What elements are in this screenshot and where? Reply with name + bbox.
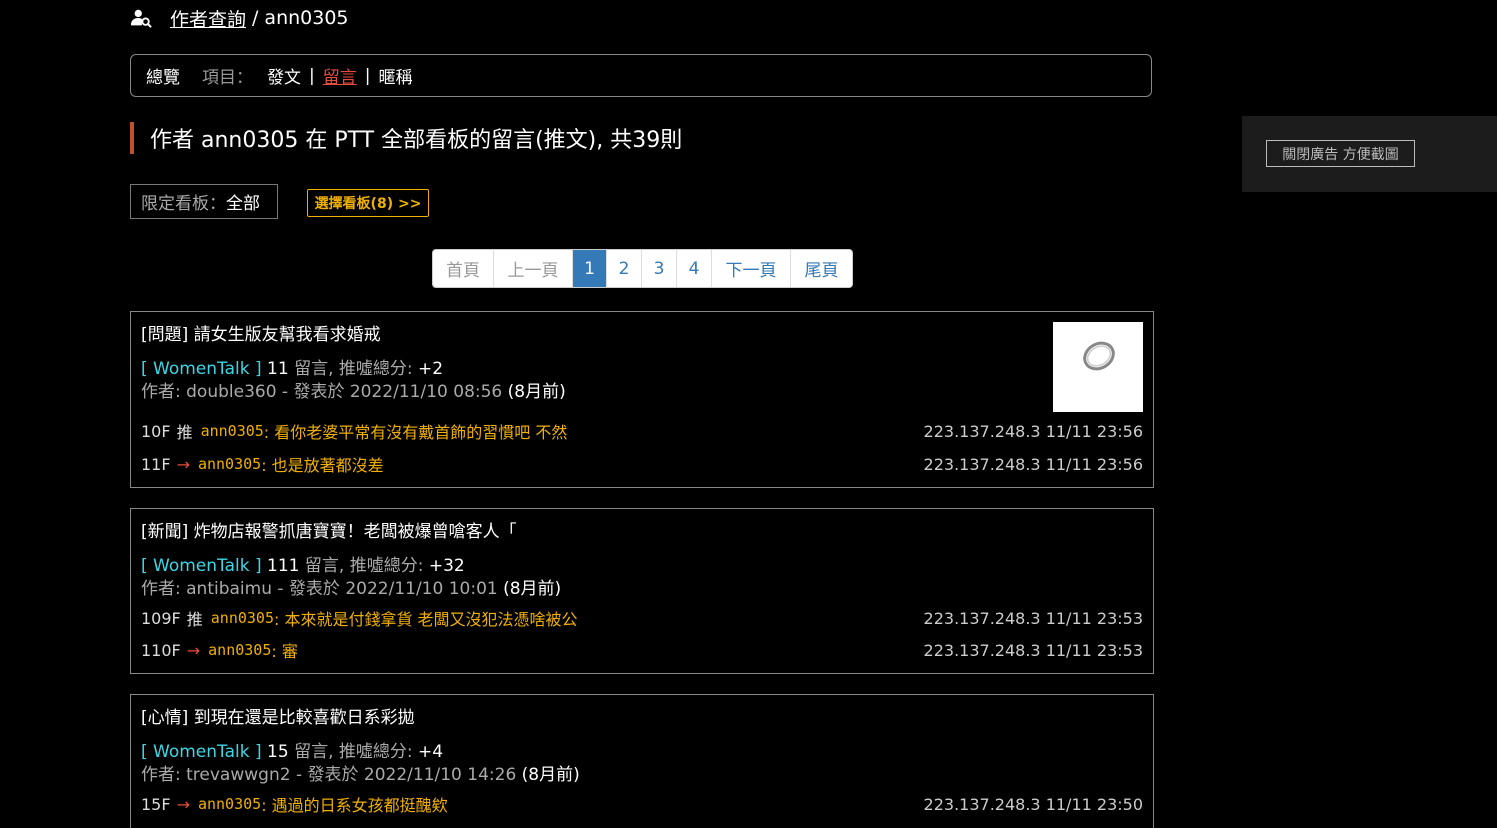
board-filter-label: 限定看板： bbox=[141, 194, 226, 214]
comment-text: : 本來就是付錢拿貨 老闆又沒犯法憑啥被公 bbox=[273, 610, 578, 629]
board-link[interactable]: [ WomenTalk ] bbox=[141, 742, 262, 762]
post-score: +32 bbox=[428, 556, 465, 576]
comment-row: 15F → ann0305: 遇過的日系女孩都挺醜欸 223.137.248.3… bbox=[141, 793, 1143, 816]
comment-arrow-tag: → bbox=[186, 640, 201, 660]
reply-label: 留言, 推噓總分: bbox=[288, 359, 419, 379]
reply-count: 111 bbox=[267, 556, 300, 576]
author-line: 作者: double360 - 發表於 2022/11/10 08:56 bbox=[141, 382, 508, 402]
comment-ip-time: 223.137.248.3 11/11 23:53 bbox=[923, 640, 1143, 660]
page-prev[interactable]: 上一頁 bbox=[494, 250, 573, 287]
post-title-link[interactable]: [新聞] 炸物店報警抓唐寶寶！老闆被爆曾嗆客人「 bbox=[141, 517, 517, 542]
post-author: 作者: antibaimu - 發表於 2022/11/10 10:01 (8月… bbox=[141, 574, 561, 599]
post-thumbnail[interactable] bbox=[1053, 322, 1143, 412]
breadcrumb-separator: / bbox=[252, 7, 259, 29]
post-age: (8月前) bbox=[503, 579, 562, 599]
tab-comments[interactable]: 留言 bbox=[323, 63, 357, 88]
comment-ip-time: 223.137.248.3 11/11 23:56 bbox=[923, 421, 1143, 441]
close-ad-button[interactable]: 關閉廣告 方便截圖 bbox=[1266, 140, 1415, 167]
reply-count: 11 bbox=[267, 359, 289, 379]
comment-row: 110F → ann0305: 審 223.137.248.3 11/11 23… bbox=[141, 639, 1143, 662]
comment-floor: 109F bbox=[141, 608, 181, 628]
page-title: 作者 ann0305 在 PTT 全部看板的留言(推文), 共39則 bbox=[130, 122, 682, 154]
tabs-label: 項目： bbox=[202, 68, 253, 88]
comment-arrow-tag: → bbox=[176, 454, 190, 474]
author-search-link[interactable]: 作者查詢 bbox=[170, 5, 246, 32]
tab-nicknames[interactable]: 暱稱 bbox=[378, 63, 412, 88]
comment-text: : 也是放著都沒差 bbox=[261, 456, 384, 475]
comment-floor: 11F bbox=[141, 454, 171, 474]
post-score: +4 bbox=[418, 742, 444, 762]
post-meta: [ WomenTalk ] 111 留言, 推噓總分: +32 bbox=[141, 551, 465, 576]
tab-overview[interactable]: 總覽 bbox=[146, 63, 180, 88]
comment-push-tag: 推 bbox=[176, 423, 193, 442]
page-last[interactable]: 尾頁 bbox=[791, 250, 852, 287]
user-search-icon bbox=[130, 9, 152, 28]
comment-ip-time: 223.137.248.3 11/11 23:50 bbox=[923, 794, 1143, 814]
post-title-link[interactable]: [心情] 到現在還是比較喜歡日系彩拋 bbox=[141, 703, 415, 728]
comment-text: : 審 bbox=[271, 642, 298, 661]
page-first[interactable]: 首頁 bbox=[433, 250, 494, 287]
post-card: [問題] 請女生版友幫我看求婚戒 [ WomenTalk ] 11 留言, 推噓… bbox=[130, 311, 1154, 488]
page-1[interactable]: 1 bbox=[573, 250, 607, 287]
comment-row: 10F 推 ann0305: 看你老婆平常有沒有戴首飾的習慣吧 不然 223.1… bbox=[141, 420, 1143, 443]
comment-row: 109F 推 ann0305: 本來就是付錢拿貨 老闆又沒犯法憑啥被公 223.… bbox=[141, 607, 1143, 630]
comment-user[interactable]: ann0305 bbox=[201, 422, 264, 440]
comment-ip-time: 223.137.248.3 11/11 23:53 bbox=[923, 608, 1143, 628]
comment-user[interactable]: ann0305 bbox=[208, 641, 271, 659]
page-2[interactable]: 2 bbox=[607, 250, 642, 287]
comment-text: : 遇過的日系女孩都挺醜欸 bbox=[261, 796, 448, 815]
page-next[interactable]: 下一頁 bbox=[712, 250, 791, 287]
comment-text: : 看你老婆平常有沒有戴首飾的習慣吧 不然 bbox=[263, 423, 568, 442]
post-card: [心情] 到現在還是比較喜歡日系彩拋 [ WomenTalk ] 15 留言, … bbox=[130, 694, 1154, 828]
ad-side-panel: 關閉廣告 方便截圖 bbox=[1242, 116, 1497, 192]
reply-label: 留言, 推噓總分: bbox=[288, 742, 419, 762]
reply-label: 留言, 推噓總分: bbox=[299, 556, 429, 576]
post-score: +2 bbox=[418, 359, 444, 379]
comment-arrow-tag: → bbox=[176, 794, 190, 814]
board-link[interactable]: [ WomenTalk ] bbox=[141, 556, 262, 576]
pagination: 首頁 上一頁 1 2 3 4 下一頁 尾頁 bbox=[432, 249, 853, 288]
post-author: 作者: double360 - 發表於 2022/11/10 08:56 (8月… bbox=[141, 377, 566, 402]
author-line: 作者: trevawwgn2 - 發表於 2022/11/10 14:26 bbox=[141, 765, 522, 785]
comment-floor: 10F bbox=[141, 421, 171, 441]
tab-divider: | bbox=[364, 65, 371, 86]
tab-divider: | bbox=[309, 65, 315, 86]
page-3[interactable]: 3 bbox=[642, 250, 677, 287]
comment-floor: 15F bbox=[141, 794, 171, 814]
page-4[interactable]: 4 bbox=[677, 250, 712, 287]
board-link[interactable]: [ WomenTalk ] bbox=[141, 359, 262, 379]
board-filter-value: 全部 bbox=[226, 194, 260, 214]
post-card: [新聞] 炸物店報警抓唐寶寶！老闆被爆曾嗆客人「 [ WomenTalk ] 1… bbox=[130, 508, 1154, 674]
author-line: 作者: antibaimu - 發表於 2022/11/10 10:01 bbox=[141, 579, 504, 599]
breadcrumb-username: ann0305 bbox=[264, 7, 349, 29]
board-filter: 限定看板： 全部 bbox=[130, 184, 278, 219]
page-header: 作者查詢 / ann0305 bbox=[130, 5, 349, 31]
choose-board-button[interactable]: 選擇看板(8) >> bbox=[307, 189, 429, 217]
comment-push-tag: 推 bbox=[186, 610, 203, 629]
ring-image bbox=[1083, 341, 1115, 371]
reply-count: 15 bbox=[267, 742, 289, 762]
comment-user[interactable]: ann0305 bbox=[198, 795, 261, 813]
category-tabs: 總覽 項目： 發文 | 留言 | 暱稱 bbox=[130, 54, 1152, 97]
post-author: 作者: trevawwgn2 - 發表於 2022/11/10 14:26 (8… bbox=[141, 760, 580, 785]
comment-floor: 110F bbox=[141, 640, 181, 660]
post-title-link[interactable]: [問題] 請女生版友幫我看求婚戒 bbox=[141, 320, 381, 345]
comment-row: 11F → ann0305: 也是放著都沒差 223.137.248.3 11/… bbox=[141, 453, 1143, 476]
comment-user[interactable]: ann0305 bbox=[211, 609, 274, 627]
comment-user[interactable]: ann0305 bbox=[198, 455, 261, 473]
tab-posts[interactable]: 發文 bbox=[267, 63, 301, 88]
post-meta: [ WomenTalk ] 15 留言, 推噓總分: +4 bbox=[141, 737, 443, 762]
post-age: (8月前) bbox=[507, 382, 566, 402]
comment-ip-time: 223.137.248.3 11/11 23:56 bbox=[923, 454, 1143, 474]
post-meta: [ WomenTalk ] 11 留言, 推噓總分: +2 bbox=[141, 354, 443, 379]
post-age: (8月前) bbox=[521, 765, 580, 785]
